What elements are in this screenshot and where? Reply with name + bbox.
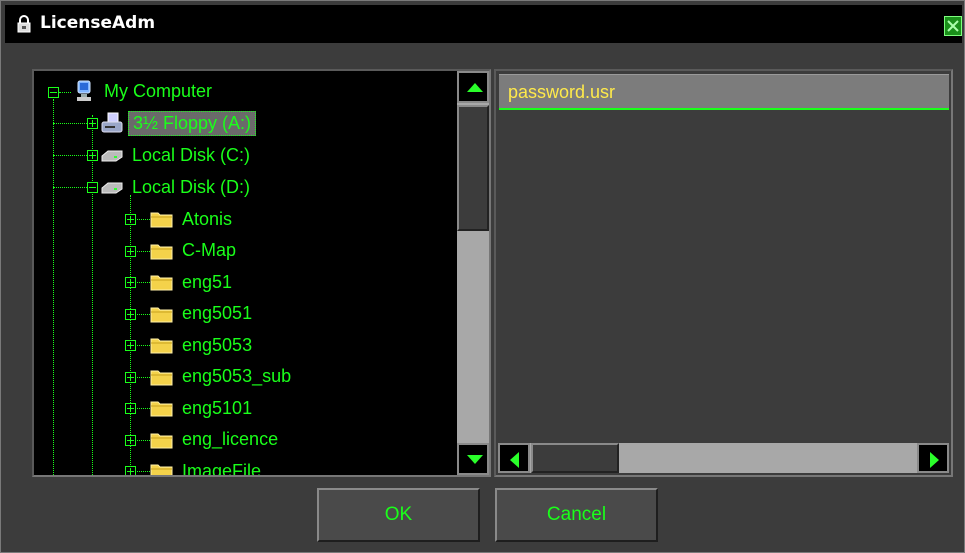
- tree-expand-toggle[interactable]: [125, 403, 136, 414]
- tree-expand-toggle[interactable]: [125, 340, 136, 351]
- ok-button[interactable]: OK: [317, 488, 480, 542]
- tree-connector: [59, 92, 71, 93]
- tree-expand-toggle[interactable]: [125, 434, 136, 446]
- close-button[interactable]: [944, 16, 962, 36]
- folder-icon: [150, 307, 173, 322]
- tree-collapse-toggle[interactable]: [48, 87, 59, 98]
- tree-item-folder[interactable]: eng5053: [150, 329, 256, 361]
- folder-icon: [150, 275, 173, 291]
- tree-item-my-computer[interactable]: My Computer: [72, 75, 216, 107]
- tree-item-label: Local Disk (C:): [132, 144, 251, 165]
- folder-icon: [150, 464, 173, 475]
- tree-connector: [92, 115, 93, 475]
- close-icon: [947, 20, 959, 32]
- left-arrow-icon: [510, 452, 519, 468]
- cancel-button[interactable]: Cancel: [495, 488, 658, 542]
- tree-item-local-disk-d[interactable]: Local Disk (D:): [100, 171, 254, 203]
- tree-item-folder[interactable]: Atonis: [150, 203, 236, 235]
- tree-expand-toggle[interactable]: [87, 118, 98, 129]
- tree-item-folder[interactable]: ImageFile: [150, 455, 265, 475]
- file-list-item[interactable]: password.usr: [499, 74, 949, 110]
- hard-disk-icon: [101, 182, 123, 194]
- tree-item-folder[interactable]: eng51: [150, 266, 236, 298]
- tree-item-folder[interactable]: eng5051: [150, 298, 256, 330]
- tree-item-folder[interactable]: C-Map: [150, 235, 240, 267]
- folder-icon: [150, 401, 173, 417]
- folder-icon: [150, 244, 173, 259]
- tree-item-label: eng_licence: [182, 429, 279, 449]
- file-horizontal-scrollbar[interactable]: [498, 443, 949, 473]
- tree-collapse-toggle[interactable]: [87, 182, 98, 193]
- tree-item-folder[interactable]: eng5101: [150, 392, 256, 424]
- tree-item-label: eng51: [182, 271, 233, 292]
- up-arrow-icon: [467, 83, 483, 92]
- tree-item-label: eng5053: [182, 334, 253, 355]
- tree-item-label: My Computer: [104, 80, 213, 101]
- tree-expand-toggle[interactable]: [125, 466, 136, 475]
- file-name: password.usr: [508, 82, 616, 102]
- down-arrow-icon: [467, 455, 483, 464]
- tree-item-label: ImageFile: [182, 460, 262, 476]
- title-bar[interactable]: LicenseAdm: [5, 5, 962, 43]
- tree-item-label: eng5053_sub: [182, 366, 292, 386]
- tree-item-floppy-a[interactable]: 3½ Floppy (A:): [100, 107, 257, 139]
- computer-icon: [77, 80, 91, 101]
- folder-icon: [150, 338, 173, 354]
- scroll-thumb[interactable]: [457, 105, 489, 231]
- scroll-left-button[interactable]: [498, 443, 530, 473]
- scroll-up-button[interactable]: [457, 71, 489, 103]
- folder-tree-viewport: My Computer 3½ Floppy (A:) Local Disk (C…: [34, 71, 457, 475]
- tree-vertical-scrollbar[interactable]: [457, 71, 489, 475]
- floppy-drive-icon: [101, 112, 123, 133]
- folder-tree[interactable]: My Computer 3½ Floppy (A:) Local Disk (C…: [32, 69, 491, 477]
- tree-expand-toggle[interactable]: [125, 371, 136, 383]
- tree-item-label: eng5101: [182, 397, 253, 418]
- scroll-thumb[interactable]: [531, 443, 619, 473]
- folder-icon: [150, 433, 173, 448]
- scroll-right-button[interactable]: [917, 443, 949, 473]
- tree-item-folder[interactable]: eng_licence: [150, 424, 282, 456]
- right-arrow-icon: [930, 452, 939, 468]
- tree-expand-toggle[interactable]: [125, 277, 136, 288]
- lock-icon: [17, 15, 31, 33]
- folder-icon: [150, 370, 173, 385]
- tree-item-folder[interactable]: eng5053_sub: [150, 361, 295, 393]
- file-list[interactable]: password.usr: [494, 69, 953, 477]
- tree-expand-toggle[interactable]: [125, 245, 136, 257]
- hard-disk-icon: [101, 150, 123, 162]
- tree-expand-toggle[interactable]: [125, 214, 136, 225]
- folder-icon: [150, 212, 173, 228]
- license-admin-window: LicenseAdm My Computer 3½ Floppy (A:) Lo…: [0, 0, 965, 553]
- tree-item-label: 3½ Floppy (A:): [128, 110, 257, 136]
- tree-connector: [130, 195, 131, 475]
- tree-item-label: Atonis: [182, 208, 233, 229]
- tree-expand-toggle[interactable]: [87, 150, 98, 161]
- tree-item-label: eng5051: [182, 303, 253, 323]
- window-title: LicenseAdm: [40, 13, 156, 33]
- tree-item-local-disk-c[interactable]: Local Disk (C:): [100, 139, 254, 171]
- scroll-down-button[interactable]: [457, 443, 489, 475]
- tree-item-label: Local Disk (D:): [132, 176, 251, 197]
- tree-item-label: C-Map: [182, 240, 237, 260]
- tree-expand-toggle[interactable]: [125, 308, 136, 320]
